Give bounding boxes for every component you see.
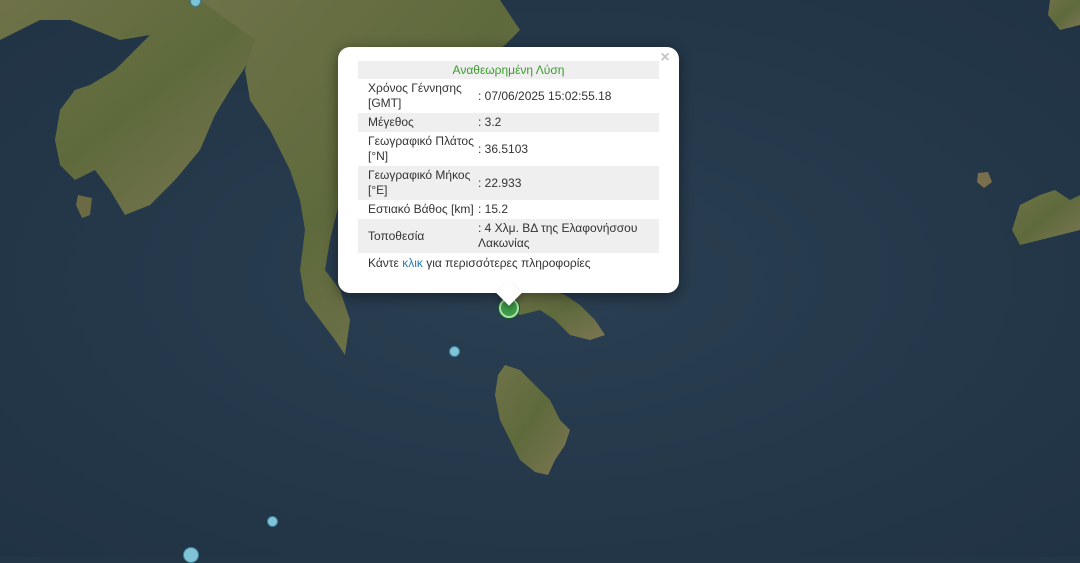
table-row: Γεωγραφικό Μήκος [°E] : 22.933 [358, 166, 659, 200]
row-label: Γεωγραφικό Μήκος [°E] [358, 166, 478, 200]
table-row: Γεωγραφικό Πλάτος [°N] : 36.5103 [358, 132, 659, 166]
table-row: Τοποθεσία : 4 Χλμ. ΒΔ της Ελαφονήσσου Λα… [358, 219, 659, 253]
row-label: Χρόνος Γέννησης [GMT] [368, 81, 462, 110]
more-info-link[interactable]: κλικ [402, 256, 423, 270]
table-row: Μέγεθος : 3.2 [358, 113, 659, 132]
table-row: Χρόνος Γέννησης [GMT] : 07/06/2025 15:02… [358, 79, 659, 113]
row-value: : 07/06/2025 15:02:55.18 [478, 88, 612, 103]
more-info-line: Κάντε κλικ για περισσότερες πληροφορίες [358, 253, 659, 270]
popup-content: Αναθεωρημένη Λύση Χρόνος Γέννησης [GMT] … [358, 61, 659, 270]
earthquake-marker[interactable] [449, 346, 460, 357]
earthquake-marker[interactable] [183, 547, 199, 563]
more-info-prefix: Κάντε [368, 256, 403, 270]
earthquake-details-table: Χρόνος Γέννησης [GMT] : 07/06/2025 15:02… [358, 79, 659, 253]
earthquake-popup: × Αναθεωρημένη Λύση Χρόνος Γέννησης [GMT… [338, 47, 679, 306]
row-label: Εστιακό Βάθος [km] [368, 202, 474, 216]
row-label: Γεωγραφικό Πλάτος [°N] [368, 134, 474, 163]
row-label: Τοποθεσία [358, 219, 478, 253]
row-value: : 36.5103 [478, 141, 529, 156]
row-label: Μέγεθος [358, 113, 478, 132]
row-value: : 4 Χλμ. ΒΔ της Ελαφονήσσου Λακωνίας [478, 219, 659, 253]
popup-title: Αναθεωρημένη Λύση [358, 61, 659, 79]
table-row: Εστιακό Βάθος [km] : 15.2 [358, 200, 659, 219]
row-value: : 15.2 [478, 202, 509, 216]
row-value: : 22.933 [478, 166, 659, 200]
row-value: : 3.2 [478, 113, 659, 132]
more-info-suffix: για περισσότερες πληροφορίες [422, 256, 591, 270]
earthquake-marker[interactable] [267, 516, 278, 527]
